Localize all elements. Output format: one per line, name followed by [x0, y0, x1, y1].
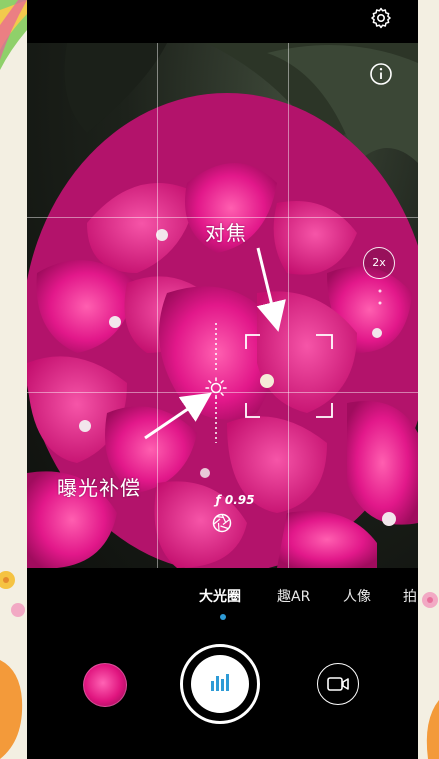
focus-annotation: 对焦 [205, 221, 247, 245]
viewfinder[interactable]: 2x 对焦 曝光补偿 [27, 43, 418, 568]
left-background-strip [0, 0, 27, 759]
exposure-annotation: 曝光补偿 [57, 476, 141, 500]
aperture-icon[interactable] [212, 513, 232, 533]
right-decoration [422, 592, 439, 759]
sun-icon[interactable] [205, 377, 227, 399]
zoom-button[interactable]: 2x [363, 247, 395, 279]
mode-photo[interactable]: 拍 [403, 586, 417, 606]
grid-line-v1 [157, 43, 158, 568]
settings-button[interactable] [369, 6, 393, 30]
right-background-strip [418, 0, 439, 759]
left-decoration [0, 0, 27, 759]
bars-icon [211, 674, 229, 691]
gear-icon [371, 7, 391, 29]
zoom-indicator-dots [378, 289, 382, 305]
info-button[interactable] [369, 62, 393, 86]
top-bar [27, 0, 418, 43]
camera-screen: 2x 对焦 曝光补偿 ƒ 0.95 大光圈 趣AR 人像 拍 [27, 0, 418, 759]
shutter-inner[interactable] [191, 655, 249, 713]
mode-selector[interactable]: 大光圈 趣AR 人像 拍 [27, 576, 418, 616]
gallery-thumbnail[interactable] [83, 663, 127, 707]
focus-frame [245, 334, 333, 418]
video-camera-icon [327, 677, 349, 691]
mode-wide-aperture[interactable]: 大光圈 [199, 586, 241, 606]
video-mode-button[interactable] [317, 663, 359, 705]
mode-portrait[interactable]: 人像 [343, 586, 371, 606]
bottom-controls [27, 620, 418, 759]
info-icon [370, 63, 392, 85]
shutter-button[interactable] [180, 644, 260, 724]
grid-line-v2 [288, 43, 289, 568]
aperture-value[interactable]: ƒ 0.95 [205, 493, 265, 507]
mode-fun-ar[interactable]: 趣AR [277, 586, 310, 606]
